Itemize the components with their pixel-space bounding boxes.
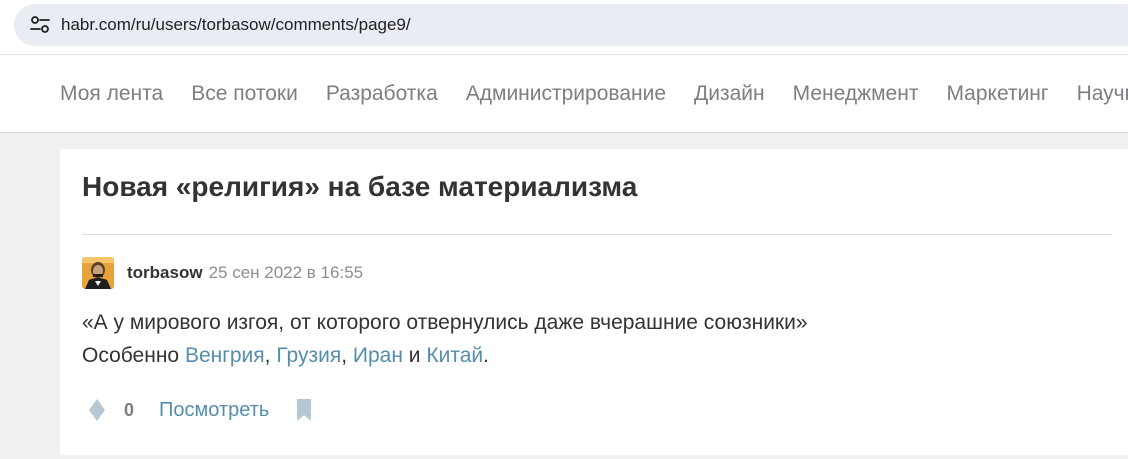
tune-icon[interactable] [29, 15, 51, 35]
comment-body: «А у мирового изгоя, от которого отверну… [82, 306, 808, 372]
comment-quote: «А у мирового изгоя, от которого отверну… [82, 311, 808, 334]
comment-text-end: . [483, 344, 489, 367]
url-field[interactable]: habr.com/ru/users/torbasow/comments/page… [14, 4, 1128, 46]
comment-timestamp[interactable]: 25 сен 2022 в 16:55 [209, 263, 364, 283]
bookmark-icon[interactable] [295, 398, 313, 422]
nav-list: Моя лента Все потоки Разработка Админист… [60, 55, 1128, 132]
nav-item-marketing[interactable]: Маркетинг [946, 82, 1048, 106]
comment-card: Новая «религия» на базе материализма tor… [60, 149, 1128, 455]
comment-author[interactable]: torbasow [127, 263, 203, 283]
link-georgia[interactable]: Грузия [276, 344, 341, 367]
nav-item-administration[interactable]: Администрирование [466, 82, 666, 106]
avatar[interactable] [82, 257, 114, 289]
link-iran[interactable]: Иран [353, 344, 403, 367]
divider [82, 234, 1111, 235]
view-button[interactable]: Посмотреть [159, 399, 269, 422]
site-navigation: Моя лента Все потоки Разработка Админист… [0, 55, 1128, 133]
nav-item-my-feed[interactable]: Моя лента [60, 82, 163, 106]
diamond-vote-icon[interactable] [88, 398, 106, 422]
nav-item-development[interactable]: Разработка [326, 82, 438, 106]
comment-footer: 0 Посмотреть [88, 394, 313, 426]
nav-item-popsci[interactable]: Научпоп [1077, 82, 1128, 106]
nav-item-management[interactable]: Менеджмент [793, 82, 919, 106]
separator: , [264, 344, 277, 367]
comment-text: Особенно [82, 344, 185, 367]
nav-item-design[interactable]: Дизайн [694, 82, 765, 106]
separator: и [402, 344, 427, 367]
nav-item-all-streams[interactable]: Все потоки [191, 82, 298, 106]
vote-count: 0 [124, 399, 135, 420]
link-hungary[interactable]: Венгрия [185, 344, 265, 367]
browser-address-bar: habr.com/ru/users/torbasow/comments/page… [0, 0, 1128, 55]
comment-meta: torbasow 25 сен 2022 в 16:55 [82, 257, 363, 289]
comment-line: Особенно Венгрия, Грузия, Иран и Китай. [82, 339, 808, 372]
separator: , [341, 344, 353, 367]
url-text[interactable]: habr.com/ru/users/torbasow/comments/page… [61, 4, 411, 46]
link-china[interactable]: Китай [426, 344, 483, 367]
post-title[interactable]: Новая «религия» на базе материализма [82, 171, 637, 203]
